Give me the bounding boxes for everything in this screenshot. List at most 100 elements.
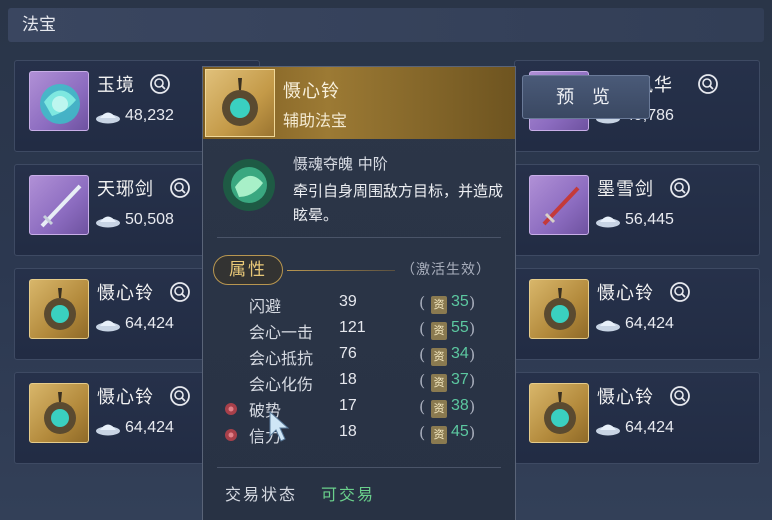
price-row: 64,424 <box>95 315 174 333</box>
price-row: 48,232 <box>95 107 174 125</box>
stat-value: 76 <box>339 345 357 362</box>
inspect-icon[interactable] <box>169 177 191 199</box>
item-price: 64,424 <box>125 419 174 436</box>
item-card[interactable]: 慑心铃 64,424 <box>514 268 760 360</box>
stat-paren-open: ( <box>419 397 426 416</box>
silver-ingot-icon <box>96 112 120 124</box>
stat-label: 会心抵抗 <box>249 349 314 368</box>
price-row: 56,445 <box>595 211 674 229</box>
divider <box>217 237 501 238</box>
stat-paren-close: ) <box>469 345 476 364</box>
activate-note: （激活生效） <box>401 262 491 278</box>
divider <box>217 467 501 468</box>
stat-value: 18 <box>339 371 357 388</box>
price-row: 64,424 <box>595 419 674 437</box>
inspect-icon[interactable] <box>169 281 191 303</box>
divider <box>287 270 395 271</box>
stat-row: 会心一击 121 ( 资 55) <box>221 319 511 345</box>
inspect-icon[interactable] <box>669 177 691 199</box>
inspect-icon[interactable] <box>697 73 719 95</box>
silver-ingot-icon <box>596 320 620 332</box>
silver-ingot-icon <box>96 320 120 332</box>
mouse-cursor-icon <box>269 410 290 442</box>
price-row: 64,424 <box>95 419 174 437</box>
preview-button[interactable]: 预 览 <box>522 75 650 119</box>
stat-label: 会心化伤 <box>249 375 314 394</box>
stat-gain: 38 <box>451 397 469 414</box>
sect-mark-icon <box>225 403 237 415</box>
item-price: 64,424 <box>125 315 174 332</box>
item-name: 慑心铃 <box>597 283 654 304</box>
stat-paren-open: ( <box>419 423 426 442</box>
price-row: 64,424 <box>595 315 674 333</box>
jade-gem-icon <box>29 71 89 131</box>
stat-paren-open: ( <box>419 345 426 364</box>
stat-row: 破势 17(资 38) <box>221 397 511 423</box>
item-price: 48,232 <box>125 107 174 124</box>
bell-icon <box>205 69 275 137</box>
bell-icon <box>29 383 89 443</box>
item-name: 天琊剑 <box>97 179 154 200</box>
stat-row: 会心化伤 18 ( 资 37) <box>221 371 511 397</box>
stat-gain: 55 <box>451 319 469 336</box>
aptitude-tag: 资 <box>431 426 447 444</box>
item-name: 慑心铃 <box>97 387 154 408</box>
stat-paren-close: ) <box>469 397 476 416</box>
stat-row: 信力 18(资 45) <box>221 423 511 449</box>
item-tooltip: 慑心铃 辅助法宝 慑魂夺魄 中阶 牵引自身周围敌方目标，并造成眩晕。 属性 （激… <box>202 66 516 520</box>
bell-icon <box>529 383 589 443</box>
inspect-icon[interactable] <box>149 73 171 95</box>
silver-ingot-icon <box>96 424 120 436</box>
sword-icon <box>529 175 589 235</box>
silver-ingot-icon <box>596 216 620 228</box>
stat-gain: 45 <box>451 423 469 440</box>
section-title: 法宝 <box>8 8 764 42</box>
trade-status-label: 交易状态 <box>225 485 298 504</box>
stat-label: 闪避 <box>249 297 282 316</box>
stat-gain: 37 <box>451 371 469 388</box>
inspect-icon[interactable] <box>669 281 691 303</box>
stat-label: 会心一击 <box>249 323 314 342</box>
sect-mark-icon <box>225 429 237 441</box>
stat-paren-close: ) <box>469 319 476 338</box>
stat-row: 闪避 39 (资 35) <box>221 293 511 319</box>
trade-status-value: 可交易 <box>321 485 376 504</box>
stat-value: 18 <box>339 423 357 440</box>
aptitude-tag: 资 <box>431 374 447 392</box>
aptitude-tag: 资 <box>431 296 447 314</box>
stat-value: 17 <box>339 397 357 414</box>
stat-paren-close: ) <box>469 423 476 442</box>
inspect-icon[interactable] <box>669 385 691 407</box>
item-price: 64,424 <box>625 315 674 332</box>
aptitude-tag: 资 <box>431 348 447 366</box>
item-price: 64,424 <box>625 419 674 436</box>
stat-gain: 34 <box>451 345 469 362</box>
item-card[interactable]: 墨雪剑 56,445 <box>514 164 760 256</box>
stat-paren-close: ) <box>469 293 476 312</box>
stat-value: 39 <box>339 293 357 310</box>
stat-paren-open: ( <box>419 319 426 338</box>
stat-paren-close: ) <box>469 371 476 390</box>
skill-title: 慑魂夺魄 中阶 <box>293 155 388 173</box>
item-card[interactable]: 慑心铃 64,424 <box>514 372 760 464</box>
item-price: 56,445 <box>625 211 674 228</box>
inspect-icon[interactable] <box>169 385 191 407</box>
skill-orb-icon <box>221 157 277 213</box>
item-name: 墨雪剑 <box>597 179 654 200</box>
price-row: 50,508 <box>95 211 174 229</box>
stat-value: 121 <box>339 319 366 336</box>
tooltip-header: 慑心铃 辅助法宝 <box>203 67 515 139</box>
item-name: 慑心铃 <box>97 283 154 304</box>
silver-ingot-icon <box>596 424 620 436</box>
tooltip-item-name: 慑心铃 <box>283 81 340 102</box>
stat-paren-open: ( <box>419 293 426 312</box>
aptitude-tag: 资 <box>431 322 447 340</box>
item-name: 玉境 <box>97 75 135 96</box>
sword-icon <box>29 175 89 235</box>
aptitude-tag: 资 <box>431 400 447 418</box>
item-name: 慑心铃 <box>597 387 654 408</box>
tooltip-item-type: 辅助法宝 <box>283 111 348 130</box>
skill-description: 牵引自身周围敌方目标，并造成眩晕。 <box>293 182 504 224</box>
stat-paren-open: ( <box>419 371 426 390</box>
attribute-header: 属性 <box>213 255 283 285</box>
